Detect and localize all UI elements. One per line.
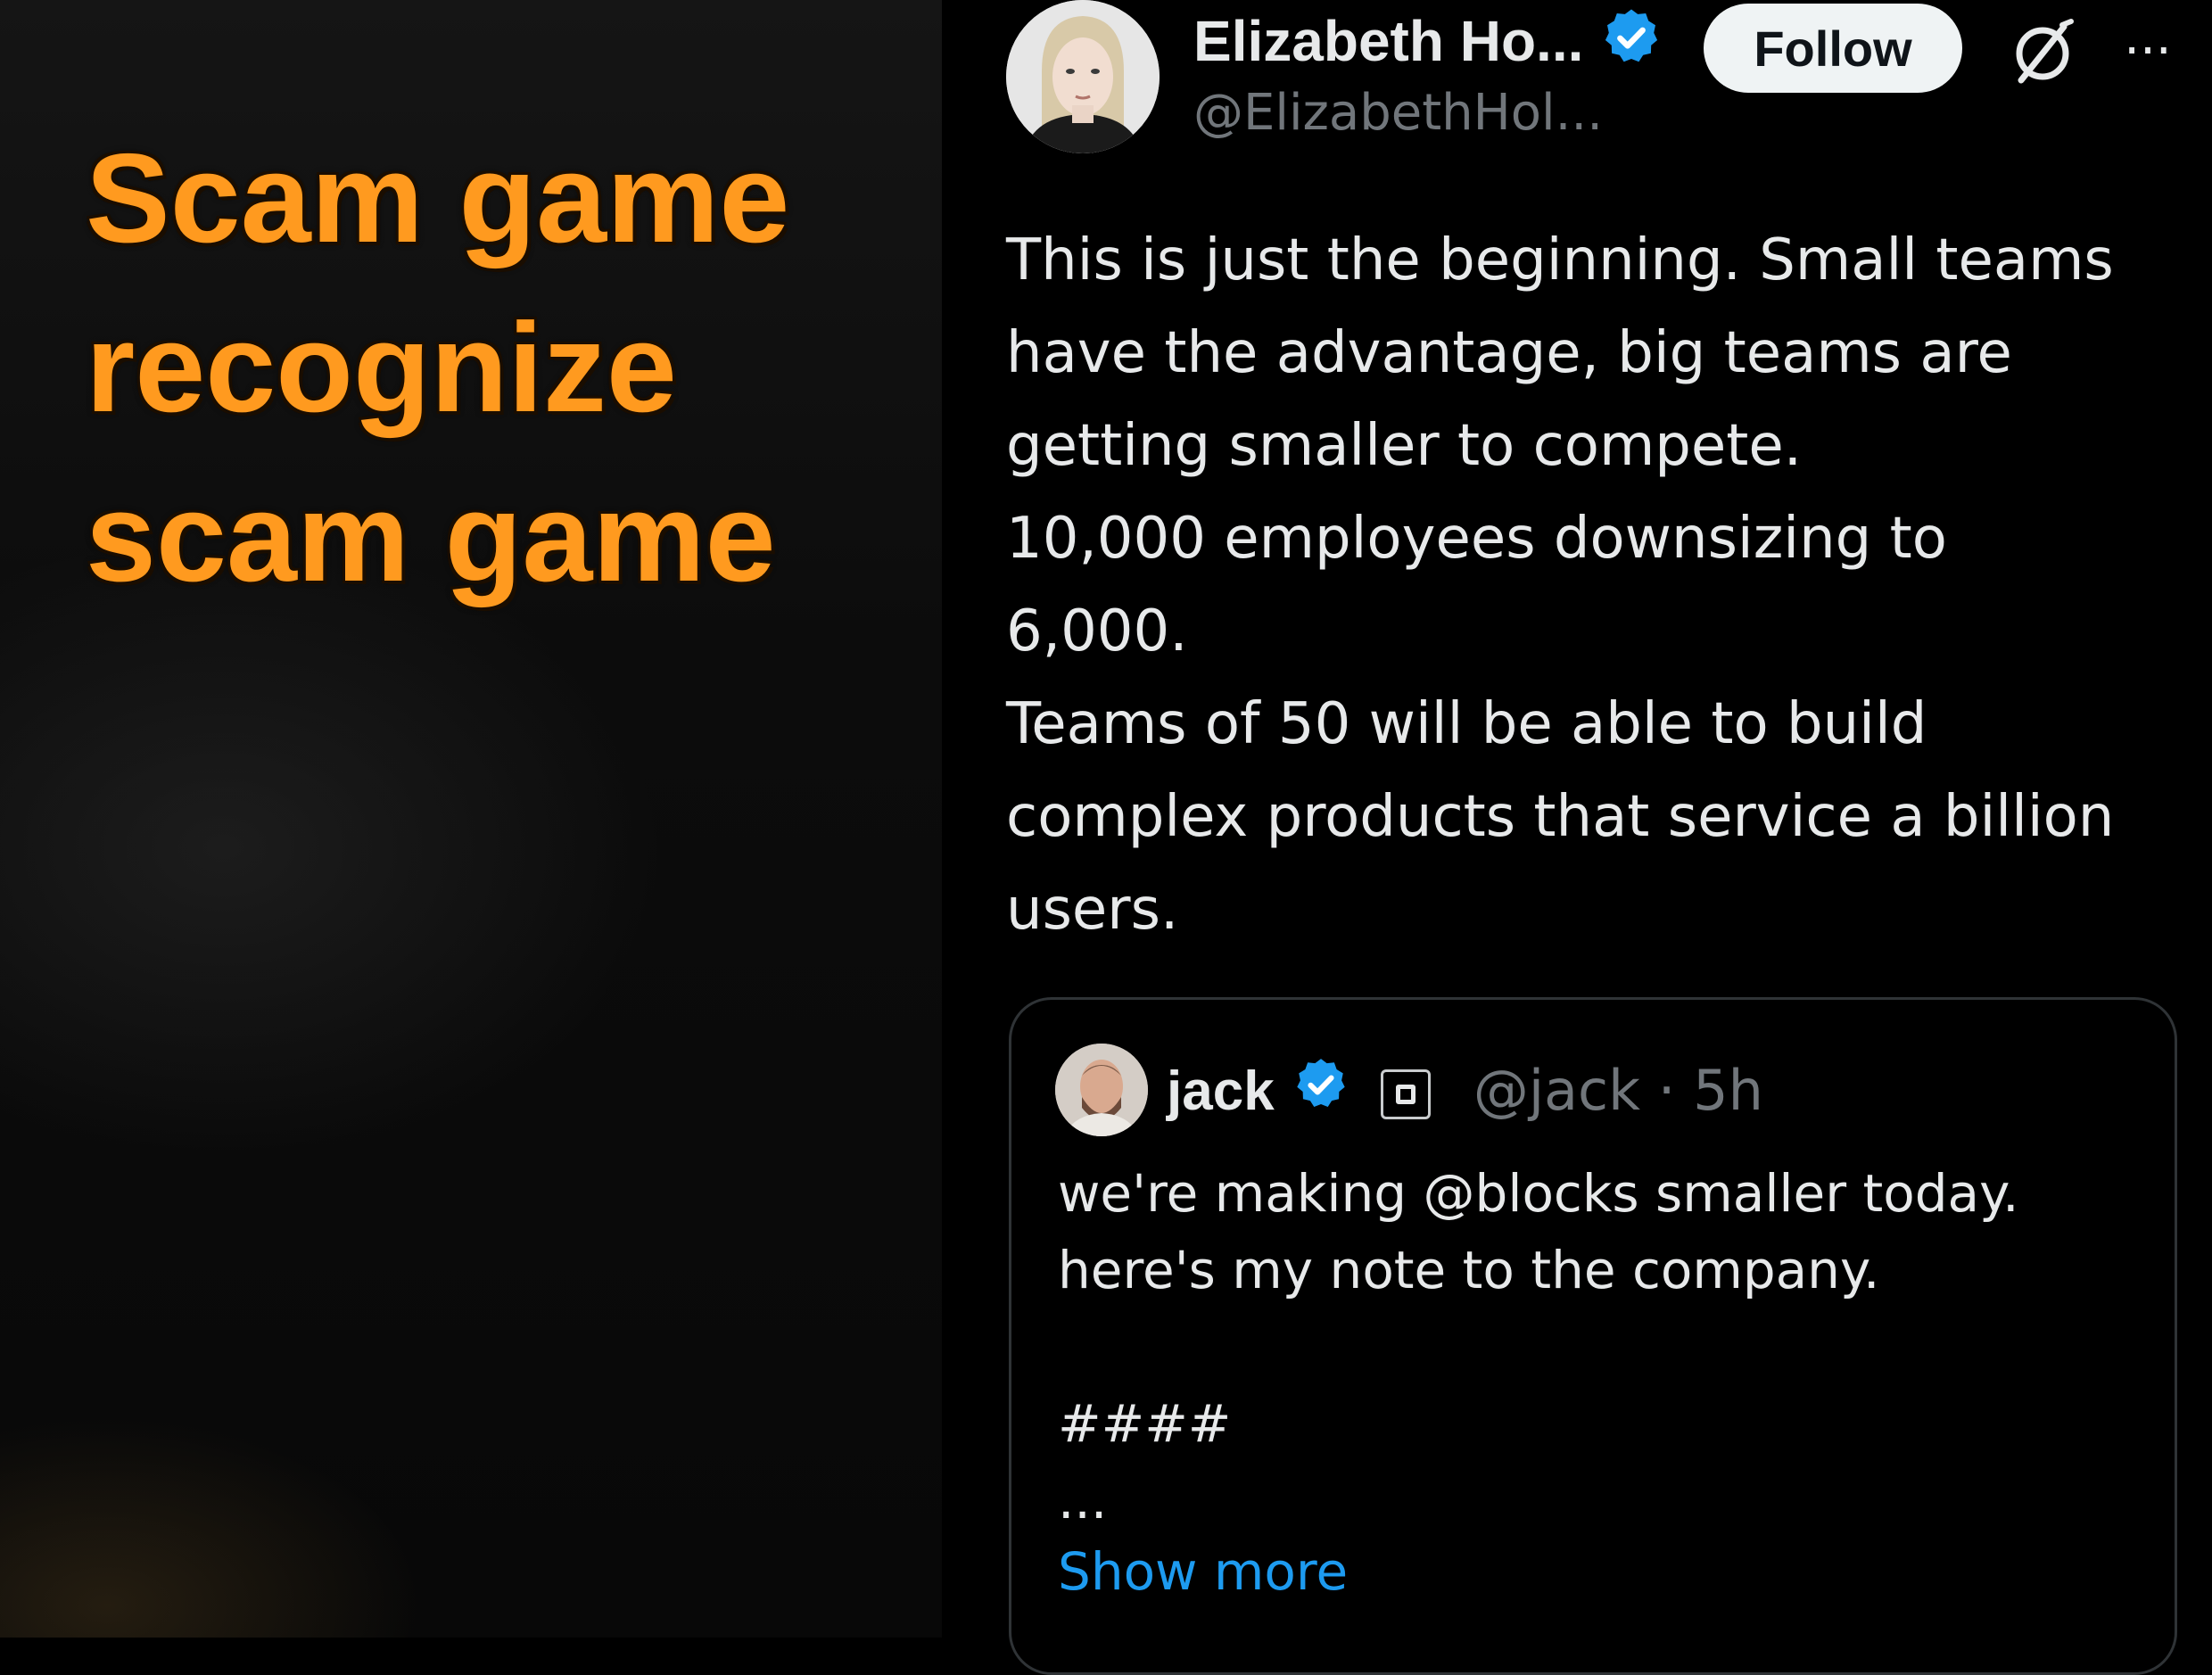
- post-panel: Elizabeth Ho... @ElizabethHol... Follow …: [942, 0, 2212, 1675]
- grok-icon[interactable]: [2009, 18, 2076, 86]
- caption-line-3: scam game: [86, 466, 776, 608]
- verified-badge-icon: [1599, 5, 1663, 86]
- quoted-post-header: jack @jack · 5h: [1167, 1052, 1763, 1134]
- post-text-line: This is just the beginning. Small teams: [1006, 227, 2114, 293]
- quoted-text-line: [1058, 1308, 2164, 1385]
- affiliation-badge-icon: [1381, 1069, 1432, 1119]
- quoted-author-name[interactable]: jack: [1167, 1060, 1275, 1122]
- meme-caption: Scam game recognize scam game: [86, 114, 888, 623]
- quoted-author-avatar[interactable]: [1055, 1044, 1148, 1136]
- post-text-line: getting smaller to compete.: [1006, 413, 1803, 479]
- quoted-text-line: we're making @blocks smaller today.: [1058, 1163, 2019, 1224]
- quoted-author-avatar-image: [1055, 1044, 1148, 1136]
- author-name-row[interactable]: Elizabeth Ho...: [1193, 5, 1663, 86]
- quoted-post-text: we're making @blocks smaller today. here…: [1058, 1155, 2164, 1539]
- author-handle[interactable]: @ElizabethHol...: [1193, 82, 1603, 144]
- post-text-line: 6,000.: [1006, 598, 1188, 664]
- quoted-text-line: here's my note to the company.: [1058, 1240, 1880, 1300]
- post-text-line: users.: [1006, 877, 1179, 943]
- follow-button[interactable]: Follow: [1704, 4, 1962, 93]
- post-text-line: 10,000 employees downsizing to: [1006, 506, 1947, 572]
- caption-line-1: Scam game: [86, 128, 790, 269]
- left-panel: Scam game recognize scam game: [0, 0, 942, 1638]
- more-options-icon[interactable]: ···: [2112, 18, 2183, 86]
- quoted-text-line: ...: [1058, 1470, 1108, 1531]
- author-avatar-image: [1006, 0, 1160, 153]
- quoted-author-handle[interactable]: @jack: [1473, 1058, 1640, 1123]
- author-name[interactable]: Elizabeth Ho...: [1193, 9, 1583, 73]
- post-text-line: Teams of 50 will be able to build: [1006, 691, 1927, 757]
- show-more-link[interactable]: Show more: [1058, 1536, 1348, 1607]
- quoted-post-time: · 5h: [1657, 1058, 1763, 1123]
- caption-line-2: recognize: [86, 297, 677, 439]
- quoted-text-line: ####: [1058, 1393, 1232, 1454]
- author-avatar[interactable]: [1006, 0, 1160, 153]
- post-text-line: have the advantage, big teams are: [1006, 320, 2012, 386]
- verified-badge-icon: [1292, 1055, 1350, 1134]
- post-text-line: complex products that service a billion: [1006, 784, 2115, 850]
- post-text: This is just the beginning. Small teams …: [1006, 214, 2198, 956]
